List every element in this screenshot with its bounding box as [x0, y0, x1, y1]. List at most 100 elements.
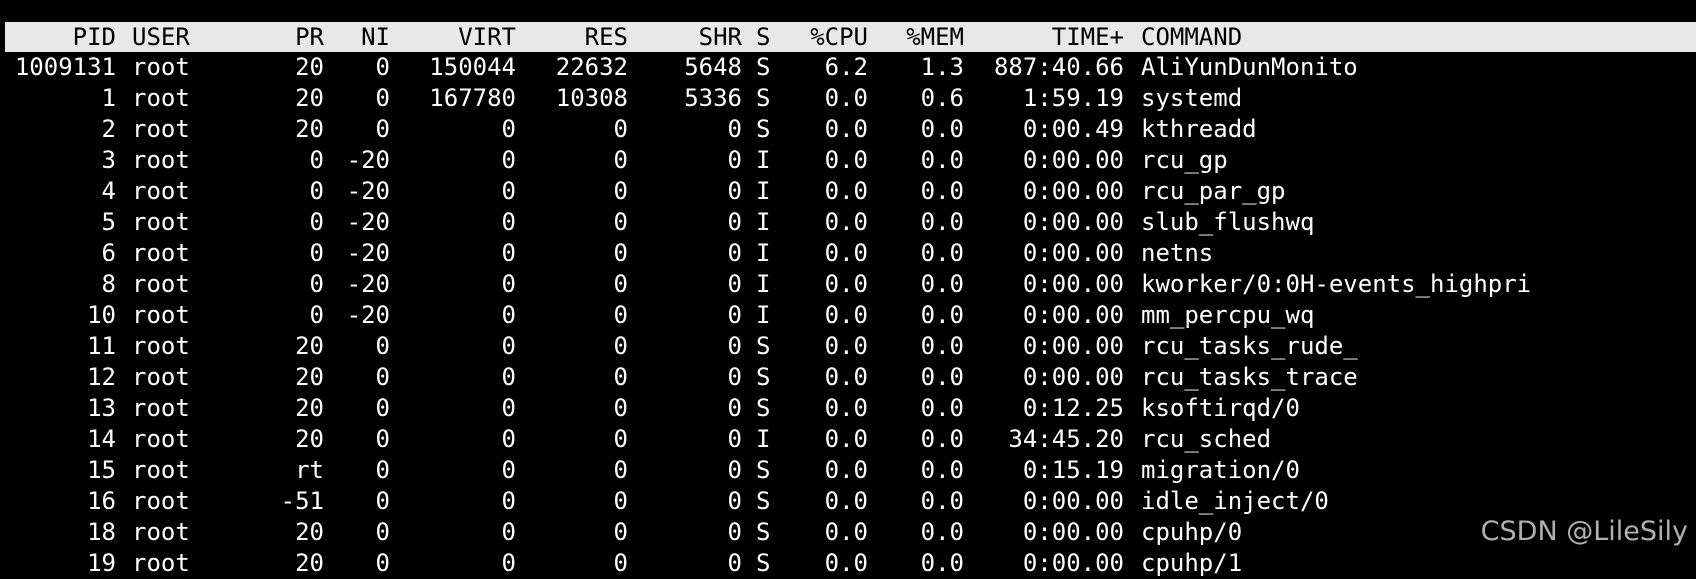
cell-cpu: 0.0 — [824, 146, 868, 174]
cell-state: I — [756, 239, 771, 267]
table-row: 14 root 20 0 0 0 0 I 0.0 0.0 34:45.20 rcu_sched — [0, 424, 1696, 455]
cell-mem: 0.0 — [920, 332, 964, 360]
cell-virt: 0 — [501, 394, 516, 422]
cell-ni: 0 — [375, 84, 390, 112]
cell-shr: 0 — [727, 487, 742, 515]
table-row: 13 root 20 0 0 0 0 S 0.0 0.0 0:12.25 ksoftirqd/0 — [0, 393, 1696, 424]
cell-state: I — [756, 146, 771, 174]
cell-state: I — [756, 177, 771, 205]
table-row: 15 root rt 0 0 0 0 S 0.0 0.0 0:15.19 migration/0 — [0, 455, 1696, 486]
cell-user: root — [132, 177, 190, 205]
cell-cpu: 0.0 — [824, 332, 868, 360]
cell-command: kworker/0:0H-events_highpri — [1141, 270, 1532, 298]
cell-mem: 0.0 — [920, 301, 964, 329]
cell-shr: 0 — [727, 394, 742, 422]
cell-state: S — [756, 53, 771, 81]
cell-cpu: 0.0 — [824, 363, 868, 391]
cell-virt: 0 — [501, 301, 516, 329]
cell-command: rcu_tasks_trace — [1141, 363, 1358, 391]
cell-shr: 0 — [727, 177, 742, 205]
cell-res: 0 — [613, 332, 628, 360]
header-command: COMMAND — [1141, 23, 1243, 51]
cell-time: 0:00.00 — [1022, 487, 1124, 515]
cell-user: root — [132, 394, 190, 422]
header-ni: NI — [361, 23, 390, 51]
cell-pr: 0 — [309, 239, 324, 267]
cell-command: systemd — [1141, 84, 1243, 112]
cell-res: 0 — [613, 518, 628, 546]
cell-cpu: 0.0 — [824, 518, 868, 546]
cell-pid: 11 — [87, 332, 116, 360]
cell-virt: 0 — [501, 518, 516, 546]
cell-res: 0 — [613, 208, 628, 236]
cell-pid: 19 — [87, 549, 116, 577]
header-mem: %MEM — [906, 23, 964, 51]
cell-shr: 0 — [727, 239, 742, 267]
cell-ni: 0 — [375, 363, 390, 391]
header-res: RES — [584, 23, 628, 51]
cell-shr: 5336 — [684, 84, 742, 112]
cell-command: mm_percpu_wq — [1141, 301, 1315, 329]
cell-shr: 0 — [727, 301, 742, 329]
cell-shr: 0 — [727, 549, 742, 577]
cell-pr: 20 — [295, 363, 324, 391]
cell-mem: 1.3 — [920, 53, 964, 81]
cell-state: S — [756, 332, 771, 360]
cell-shr: 0 — [727, 146, 742, 174]
cell-virt: 0 — [501, 425, 516, 453]
cell-cpu: 0.0 — [824, 456, 868, 484]
table-row: 16 root -51 0 0 0 0 S 0.0 0.0 0:00.00 idle_inject/0 — [0, 486, 1696, 517]
cell-pr: 20 — [295, 84, 324, 112]
cell-shr: 0 — [727, 208, 742, 236]
cell-state: I — [756, 301, 771, 329]
cell-ni: 0 — [375, 332, 390, 360]
header-pid: PID — [72, 23, 116, 51]
cell-state: S — [756, 549, 771, 577]
cell-res: 0 — [613, 456, 628, 484]
cell-user: root — [132, 363, 190, 391]
cell-time: 0:12.25 — [1022, 394, 1124, 422]
cell-virt: 0 — [501, 487, 516, 515]
cell-time: 887:40.66 — [993, 53, 1124, 81]
cell-time: 1:59.19 — [1022, 84, 1124, 112]
cell-time: 0:00.00 — [1022, 208, 1124, 236]
cell-pid: 2 — [101, 115, 116, 143]
cell-command: rcu_gp — [1141, 146, 1228, 174]
table-row: 5 root 0 -20 0 0 0 I 0.0 0.0 0:00.00 slub_flushwq — [0, 207, 1696, 238]
cell-pr: 20 — [295, 518, 324, 546]
cell-cpu: 0.0 — [824, 115, 868, 143]
cell-pr: 0 — [309, 146, 324, 174]
cell-mem: 0.0 — [920, 549, 964, 577]
cell-pr: 0 — [309, 208, 324, 236]
cell-pid: 1009131 — [14, 53, 116, 81]
table-row: 8 root 0 -20 0 0 0 I 0.0 0.0 0:00.00 kworker/0:0H-e… — [0, 269, 1696, 300]
cell-user: root — [132, 332, 190, 360]
cell-time: 0:00.00 — [1022, 332, 1124, 360]
cell-time: 0:00.00 — [1022, 239, 1124, 267]
cell-time: 0:00.00 — [1022, 363, 1124, 391]
cell-ni: 0 — [375, 487, 390, 515]
cell-user: root — [132, 549, 190, 577]
cell-virt: 0 — [501, 208, 516, 236]
cell-virt: 0 — [501, 270, 516, 298]
cell-pid: 16 — [87, 487, 116, 515]
cell-state: S — [756, 518, 771, 546]
cell-ni: 0 — [375, 518, 390, 546]
cell-ni: -20 — [346, 239, 390, 267]
cell-state: S — [756, 456, 771, 484]
cell-mem: 0.0 — [920, 487, 964, 515]
cell-res: 0 — [613, 301, 628, 329]
table-row: 3 root 0 -20 0 0 0 I 0.0 0.0 0:00.00 rcu_gp — [0, 145, 1696, 176]
cell-command: slub_flushwq — [1141, 208, 1315, 236]
cell-command: rcu_tasks_rude_ — [1141, 332, 1358, 360]
cell-time: 0:00.00 — [1022, 301, 1124, 329]
cell-res: 10308 — [555, 84, 628, 112]
cell-time: 0:15.19 — [1022, 456, 1124, 484]
cell-cpu: 0.0 — [824, 177, 868, 205]
cell-user: root — [132, 301, 190, 329]
cell-pid: 14 — [87, 425, 116, 453]
cell-cpu: 0.0 — [824, 270, 868, 298]
cell-res: 0 — [613, 177, 628, 205]
cell-mem: 0.0 — [920, 425, 964, 453]
cell-cpu: 0.0 — [824, 208, 868, 236]
